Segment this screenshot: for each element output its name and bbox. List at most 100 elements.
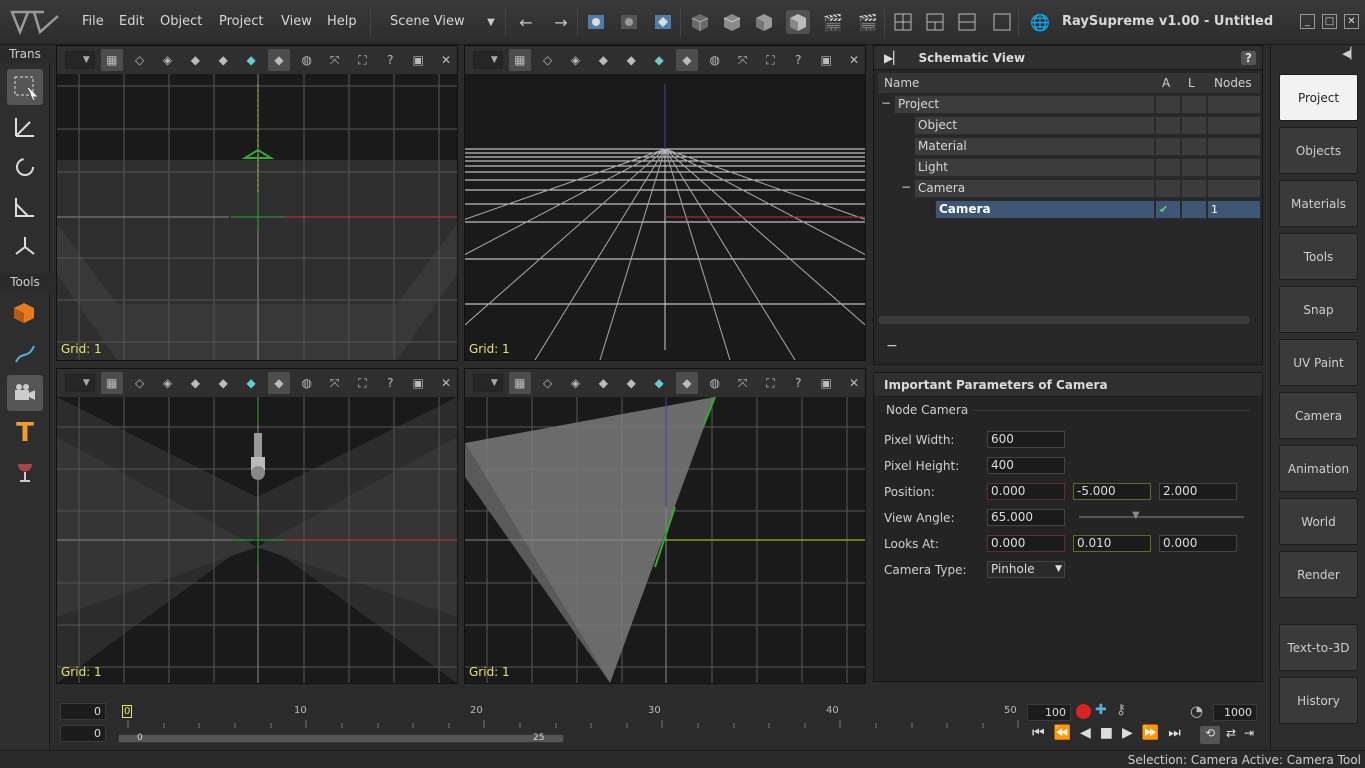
- textured-cube-icon[interactable]: ◆: [676, 49, 698, 71]
- collapse-toggle[interactable]: −: [881, 96, 891, 110]
- menu-object[interactable]: Object: [160, 14, 202, 29]
- maximize-viewport-icon[interactable]: ▣: [815, 49, 837, 71]
- collapse-panel-icon[interactable]: ▶▏: [884, 51, 902, 65]
- menu-view[interactable]: View: [281, 14, 312, 29]
- key-icon[interactable]: ⚷: [1116, 702, 1126, 718]
- uv-paint-button[interactable]: UV Paint: [1279, 339, 1358, 386]
- animation-button[interactable]: Animation: [1279, 445, 1358, 492]
- playhead-marker[interactable]: 0: [122, 705, 133, 718]
- wire-cube-icon[interactable]: ◇: [537, 372, 559, 394]
- checker-ball-icon[interactable]: ◍: [296, 372, 318, 394]
- wire-cube-icon[interactable]: ◇: [537, 49, 559, 71]
- undo-icon[interactable]: ←: [514, 10, 538, 34]
- layout-quad-icon[interactable]: [891, 10, 915, 34]
- column-nodes[interactable]: Nodes: [1214, 76, 1252, 90]
- menu-file[interactable]: File: [82, 14, 104, 29]
- layout-single-icon[interactable]: [990, 10, 1014, 34]
- cyan-cube-icon[interactable]: ◆: [240, 49, 262, 71]
- camera-type-select[interactable]: Pinhole ▼: [987, 561, 1065, 578]
- timeline-current-field[interactable]: 0: [60, 725, 106, 742]
- cyan-cube-icon[interactable]: ◆: [648, 372, 670, 394]
- pixel-height-field[interactable]: 400: [987, 457, 1065, 474]
- mesh-cube-icon[interactable]: ◈: [157, 49, 179, 71]
- playback-controls[interactable]: ⏮⏪◀■▶⏩⏭: [1032, 725, 1190, 741]
- view-angle-slider[interactable]: [1079, 516, 1244, 518]
- scene-view-dropdown[interactable]: Scene View: [390, 14, 465, 29]
- looks-at-x-field[interactable]: 0.000: [987, 535, 1065, 552]
- viewport-canvas[interactable]: Grid: 1: [465, 74, 865, 360]
- solid-cube-icon[interactable]: ◆: [184, 372, 206, 394]
- range-bar[interactable]: 0 25: [118, 733, 564, 743]
- zoom-extents-icon[interactable]: ⛶: [352, 49, 374, 71]
- fit-view-icon[interactable]: ⤧: [324, 372, 346, 394]
- looks-at-z-field[interactable]: 0.000: [1159, 535, 1237, 552]
- view-select-dropdown[interactable]: ▼: [473, 374, 503, 392]
- view-angle-field[interactable]: 65.000: [987, 509, 1065, 526]
- loop-icon[interactable]: ⟲: [1200, 726, 1220, 744]
- fps-field[interactable]: 1000: [1213, 704, 1257, 721]
- gray-cube-icon[interactable]: ◆: [212, 372, 234, 394]
- pixel-width-field[interactable]: 600: [987, 431, 1065, 448]
- viewport-canvas[interactable]: Grid: 1: [465, 397, 865, 683]
- viewport-top[interactable]: ▼ ▦ ◇ ◈ ◆ ◆ ◆ ◆ ◍ ⤧ ⛶ ? ▣ ✕ Grid: 1: [56, 45, 458, 361]
- checker-ball-icon[interactable]: ◍: [296, 49, 318, 71]
- grid-toggle-icon[interactable]: ▦: [508, 372, 531, 394]
- zoom-extents-icon[interactable]: ⛶: [760, 49, 782, 71]
- close-icon[interactable]: ✕: [1344, 14, 1359, 29]
- play-once-icon[interactable]: ⇥: [1244, 726, 1254, 740]
- cyan-cube-icon[interactable]: ◆: [648, 49, 670, 71]
- tree-row-project[interactable]: Project: [894, 95, 1155, 114]
- history-button[interactable]: History: [1279, 677, 1358, 724]
- checker-ball-icon[interactable]: ◍: [704, 372, 726, 394]
- add-object-icon[interactable]: [7, 295, 43, 331]
- select-tool-icon[interactable]: [7, 69, 43, 105]
- text-tool-icon[interactable]: T: [7, 415, 43, 451]
- position-x-field[interactable]: 0.000: [987, 483, 1065, 500]
- viewport-perspective[interactable]: ▼ ▦ ◇ ◈ ◆ ◆ ◆ ◆ ◍ ⤧ ⛶ ? ▣ ✕ Grid: 1: [464, 45, 866, 361]
- view-select-dropdown[interactable]: ▼: [65, 51, 95, 69]
- textured-cube-icon[interactable]: ◆: [268, 49, 290, 71]
- close-viewport-icon[interactable]: ✕: [843, 49, 865, 71]
- globe-icon[interactable]: 🌐: [1028, 10, 1052, 34]
- column-l[interactable]: L: [1188, 76, 1195, 90]
- menu-project[interactable]: Project: [219, 14, 263, 29]
- help-icon[interactable]: ?: [787, 49, 809, 71]
- help-icon[interactable]: ?: [379, 49, 401, 71]
- viewport-front[interactable]: ▼ ▦ ◇ ◈ ◆ ◆ ◆ ◆ ◍ ⤧ ⛶ ? ▣ ✕ Grid: 1: [56, 368, 458, 684]
- render-preview-icon[interactable]: [584, 10, 608, 34]
- minimize-icon[interactable]: _: [1300, 14, 1315, 29]
- close-viewport-icon[interactable]: ✕: [843, 372, 865, 394]
- objects-button[interactable]: Objects: [1279, 127, 1358, 174]
- snap-button[interactable]: Snap: [1279, 286, 1358, 333]
- maximize-viewport-icon[interactable]: ▣: [815, 372, 837, 394]
- cube-shaded-icon[interactable]: [752, 10, 776, 34]
- material-tool-icon[interactable]: [7, 455, 43, 491]
- fit-view-icon[interactable]: ⤧: [732, 372, 754, 394]
- tree-row-material[interactable]: Material: [914, 137, 1155, 156]
- gray-cube-icon[interactable]: ◆: [620, 49, 642, 71]
- cube-solid-icon[interactable]: [720, 10, 744, 34]
- camera-button[interactable]: Camera: [1279, 392, 1358, 439]
- solid-cube-icon[interactable]: ◆: [184, 49, 206, 71]
- menu-edit[interactable]: Edit: [119, 14, 144, 29]
- cube-wire-icon[interactable]: [688, 10, 712, 34]
- tree-row-object[interactable]: Object: [914, 116, 1155, 135]
- wire-cube-icon[interactable]: ◇: [129, 49, 151, 71]
- project-button[interactable]: Project: [1279, 74, 1358, 121]
- column-a[interactable]: A: [1162, 76, 1170, 90]
- clapper-animate-icon[interactable]: 🎬: [856, 10, 880, 34]
- tree-row-camera[interactable]: Camera: [935, 200, 1155, 219]
- add-keyframe-icon[interactable]: ✚: [1095, 702, 1107, 718]
- viewport-camera[interactable]: ▼ ▦ ◇ ◈ ◆ ◆ ◆ ◆ ◍ ⤧ ⛶ ? ▣ ✕ Grid: 1: [464, 368, 866, 684]
- looks-at-y-field[interactable]: 0.010: [1073, 535, 1151, 552]
- collapse-left-icon[interactable]: ◀▏: [1342, 47, 1359, 60]
- gray-cube-icon[interactable]: ◆: [620, 372, 642, 394]
- axis-tool-icon[interactable]: [7, 229, 43, 265]
- record-icon[interactable]: [1076, 704, 1091, 719]
- textured-cube-icon[interactable]: ◆: [268, 372, 290, 394]
- cube-textured-icon[interactable]: [786, 10, 810, 34]
- close-viewport-icon[interactable]: ✕: [435, 49, 457, 71]
- cyan-cube-icon[interactable]: ◆: [240, 372, 262, 394]
- end-frame-field[interactable]: 100: [1027, 704, 1071, 721]
- mesh-cube-icon[interactable]: ◈: [157, 372, 179, 394]
